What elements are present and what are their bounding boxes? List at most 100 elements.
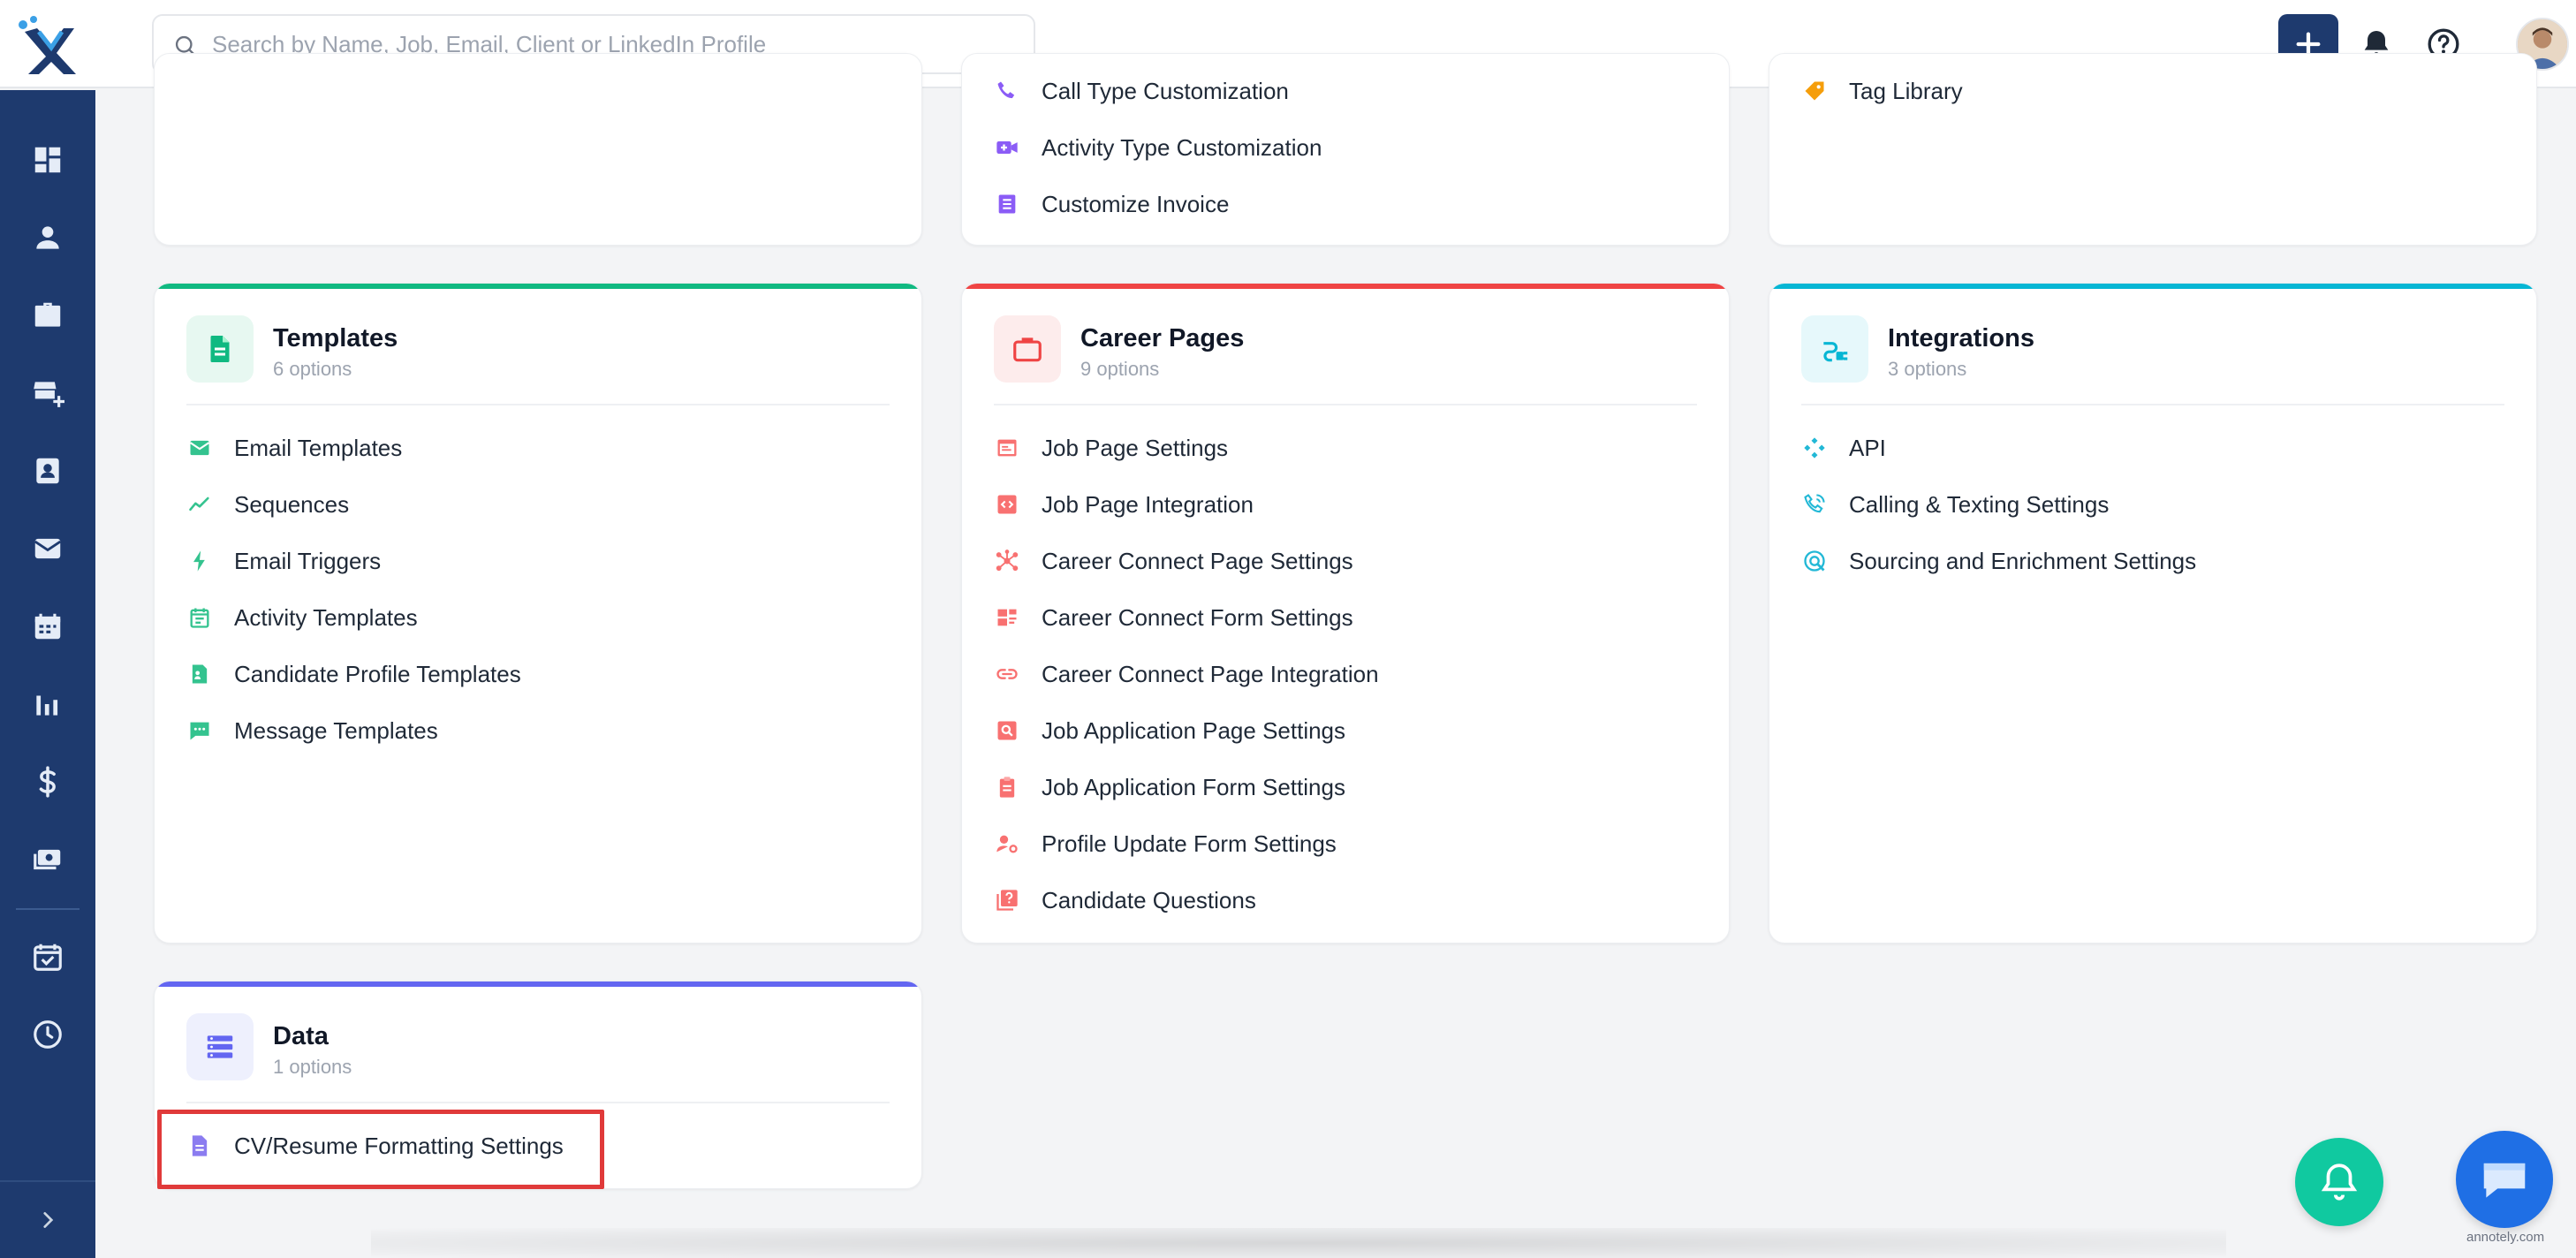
clock-icon <box>34 1020 62 1049</box>
plug-icon <box>1801 315 1868 383</box>
card-title: Templates <box>273 324 398 352</box>
option-message-templates[interactable]: Message Templates <box>186 713 438 748</box>
highlight-box <box>157 1110 604 1189</box>
option-customize-invoice[interactable]: Customize Invoice <box>994 186 1229 222</box>
card-templates: Templates 6 options Email Templates Sequ… <box>154 283 922 944</box>
sidebar-item-history[interactable] <box>0 1004 95 1065</box>
card-accent-line <box>155 284 921 289</box>
sidebar-item-reports[interactable] <box>0 673 95 735</box>
divider <box>1801 404 2504 405</box>
mail-icon <box>34 538 62 559</box>
radar-icon <box>1801 548 1828 574</box>
card-subtitle: 9 options <box>1080 358 1160 380</box>
chevron-right-icon <box>43 1212 54 1228</box>
scroll-clip <box>95 53 2576 88</box>
option-sequences[interactable]: Sequences <box>186 487 349 522</box>
mail-icon <box>186 435 213 461</box>
sidebar-expand-button[interactable] <box>0 1180 95 1258</box>
option-email-triggers[interactable]: Email Triggers <box>186 543 381 579</box>
code-icon <box>994 491 1020 518</box>
card-accent-line <box>155 981 921 987</box>
option-candidate-questions[interactable]: Candidate Questions <box>994 883 1256 918</box>
briefcase-icon <box>994 315 1061 383</box>
sidebar-item-contacts[interactable] <box>0 440 95 502</box>
card-career-pages: Career Pages 9 options Job Page Settings… <box>961 283 1730 944</box>
calendar-note-icon <box>186 604 213 631</box>
briefcase-icon <box>34 302 61 327</box>
card-subtitle: 3 options <box>1888 358 1967 380</box>
option-career-connect-page-integration[interactable]: Career Connect Page Integration <box>994 656 1379 692</box>
sidebar-item-payments[interactable] <box>0 829 95 890</box>
option-activity-type-customization[interactable]: Activity Type Customization <box>994 130 1322 165</box>
option-calling-texting-settings[interactable]: Calling & Texting Settings <box>1801 487 2109 522</box>
card-accent-line <box>1769 284 2536 289</box>
option-sourcing-enrichment-settings[interactable]: Sourcing and Enrichment Settings <box>1801 543 2196 579</box>
sidebar-item-candidates[interactable] <box>0 207 95 269</box>
watermark: annotely.com <box>2466 1230 2545 1245</box>
form-icon <box>994 604 1020 631</box>
option-career-connect-page-settings[interactable]: Career Connect Page Settings <box>994 543 1353 579</box>
api-icon <box>1801 435 1828 461</box>
sidebar-item-jobs[interactable] <box>0 284 95 346</box>
bar-chart-icon <box>36 695 58 716</box>
sidebar-item-dashboard[interactable] <box>0 129 95 191</box>
card-subtitle: 6 options <box>273 358 352 380</box>
calendar-check-icon <box>34 944 62 971</box>
card-title: Data <box>273 1022 329 1050</box>
sidebar-item-calendar[interactable] <box>0 595 95 657</box>
user-gear-icon <box>994 830 1020 857</box>
chat-fab[interactable] <box>2456 1131 2553 1228</box>
sidebar-divider <box>16 908 80 910</box>
phone-call-icon <box>1801 491 1828 518</box>
option-candidate-profile-templates[interactable]: Candidate Profile Templates <box>186 656 521 692</box>
app-logo[interactable] <box>12 12 83 78</box>
option-job-page-integration[interactable]: Job Page Integration <box>994 487 1254 522</box>
bottom-shadow <box>371 1228 2226 1258</box>
sidebar-item-clients[interactable] <box>0 362 95 424</box>
chat-bubble-icon <box>186 717 213 744</box>
network-icon <box>994 548 1020 574</box>
option-career-connect-form-settings[interactable]: Career Connect Form Settings <box>994 600 1353 635</box>
browser-icon <box>994 435 1020 461</box>
divider <box>994 404 1697 405</box>
profile-doc-icon <box>186 661 213 687</box>
search-doc-icon <box>994 717 1020 744</box>
card-accent-line <box>962 284 1729 289</box>
calendar-icon <box>34 613 61 640</box>
sidebar <box>0 90 95 1258</box>
option-activity-templates[interactable]: Activity Templates <box>186 600 418 635</box>
divider <box>186 404 890 405</box>
question-icon <box>994 887 1020 913</box>
card-title: Career Pages <box>1080 324 1245 352</box>
lightning-icon <box>186 548 213 574</box>
dashboard-icon <box>34 147 61 173</box>
option-job-application-page-settings[interactable]: Job Application Page Settings <box>994 713 1345 748</box>
notification-fab[interactable] <box>2295 1138 2383 1226</box>
database-list-icon <box>186 1013 254 1080</box>
divider <box>186 1102 890 1103</box>
card-subtitle: 1 options <box>273 1056 352 1078</box>
option-profile-update-form-settings[interactable]: Profile Update Form Settings <box>994 826 1337 861</box>
person-icon <box>36 226 59 249</box>
option-email-templates[interactable]: Email Templates <box>186 430 402 466</box>
store-add-icon <box>34 382 64 407</box>
link-icon <box>994 661 1020 687</box>
chat-icon <box>2483 1163 2526 1198</box>
templates-icon <box>186 315 254 383</box>
bell-icon <box>2321 1163 2358 1201</box>
sidebar-item-tasks[interactable] <box>0 926 95 988</box>
card-title: Integrations <box>1888 324 2034 352</box>
option-job-page-settings[interactable]: Job Page Settings <box>994 430 1228 466</box>
clipboard-icon <box>994 774 1020 800</box>
card-integrations: Integrations 3 options API Calling & Tex… <box>1769 283 2537 944</box>
dollar-icon <box>39 766 56 798</box>
sidebar-item-billing[interactable] <box>0 751 95 813</box>
option-api[interactable]: API <box>1801 430 1886 466</box>
document-icon <box>994 191 1020 217</box>
cash-icon <box>34 849 61 870</box>
trend-line-icon <box>186 491 213 518</box>
video-plus-icon <box>994 134 1020 161</box>
contact-card-icon <box>36 458 59 484</box>
sidebar-item-email[interactable] <box>0 518 95 580</box>
option-job-application-form-settings[interactable]: Job Application Form Settings <box>994 769 1345 805</box>
